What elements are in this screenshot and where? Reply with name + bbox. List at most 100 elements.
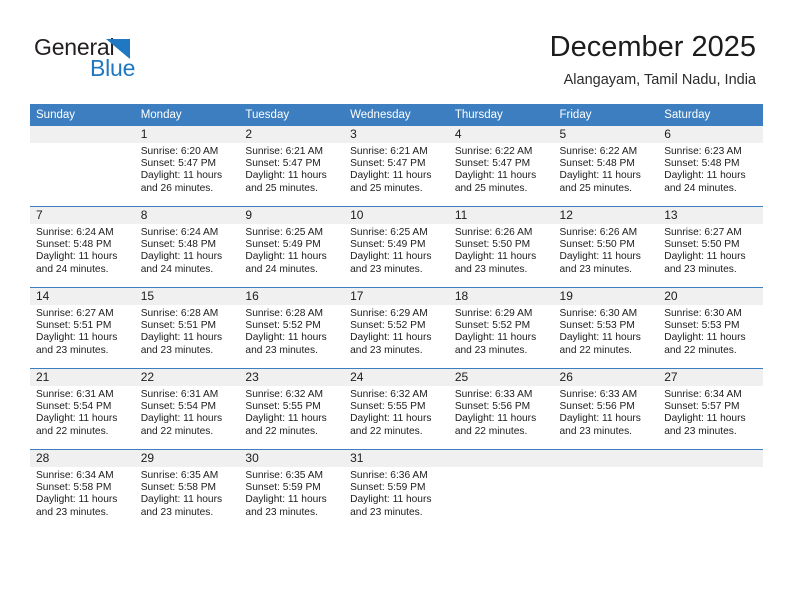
daylight-text-line2: and 23 minutes. [664,263,737,275]
sunset-text: Sunset: 5:48 PM [140,239,217,251]
daylight-text-line2: and 23 minutes. [559,263,633,275]
daylight-text-line2: and 23 minutes. [454,263,528,275]
daylight-text-line1: Daylight: 11 hours [454,332,537,344]
calendar-day-cell[interactable]: 21 Sunrise: 6:31 AM Sunset: 5:54 PM Dayligh… [30,368,135,450]
sunrise-text: Sunrise: 6:31 AM [36,389,114,400]
day-details: Sunrise: 6:24 AM Sunset: 5:48 PM Daylight:… [30,224,135,276]
calendar-day-cell[interactable]: 15 Sunrise: 6:28 AM Sunset: 5:51 PM Dayligh… [134,287,240,369]
day-details: Sunrise: 6:32 AM Sunset: 5:55 PM Daylight:… [344,386,449,438]
calendar-day-cell[interactable]: 22 Sunrise: 6:31 AM Sunset: 5:54 PM Dayligh… [134,368,240,450]
day-details: Sunrise: 6:35 AM Sunset: 5:58 PM Daylight:… [135,467,240,519]
daylight-text-line1: Daylight: 11 hours [559,413,641,425]
calendar-day-cell[interactable]: 5 Sunrise: 6:22 AM Sunset: 5:48 PM Daylight… [553,126,659,207]
sunset-text: Sunset: 5:48 PM [559,158,635,170]
calendar-day-cell[interactable]: 26 Sunrise: 6:33 AM Sunset: 5:56 PM Dayligh… [553,368,659,450]
sunrise-text: Sunrise: 6:21 AM [245,146,323,157]
day-cell-inner: 3 Sunrise: 6:21 AM Sunset: 5:47 PM Daylight… [344,126,449,206]
day-number: 10 [344,207,449,224]
calendar-day-cell[interactable]: 23 Sunrise: 6:32 AM Sunset: 5:55 PM Dayligh… [239,368,345,450]
day-details: Sunrise: 6:36 AM Sunset: 5:59 PM Daylight:… [344,467,449,519]
day-details: Sunrise: 6:31 AM Sunset: 5:54 PM Daylight:… [135,386,240,438]
brand-logo[interactable]: General Blue [34,34,224,88]
calendar-day-cell[interactable]: 9 Sunrise: 6:25 AM Sunset: 5:49 PM Daylight… [239,206,345,288]
daylight-text-line1: Daylight: 11 hours [36,332,118,344]
daylight-text-line2: and 23 minutes. [350,344,423,356]
daylight-text-line2: and 22 minutes. [245,425,318,437]
sunset-text: Sunset: 5:47 PM [140,158,217,170]
daylight-text-line1: Daylight: 11 hours [454,413,537,425]
daylight-text-line2: and 25 minutes. [559,182,633,194]
sunrise-text: Sunrise: 6:34 AM [36,470,114,481]
calendar-day-cell[interactable]: 13 Sunrise: 6:27 AM Sunset: 5:50 PM Dayligh… [658,206,763,288]
calendar-day-cell[interactable]: 17 Sunrise: 6:29 AM Sunset: 5:52 PM Dayligh… [344,287,449,369]
calendar-day-cell[interactable]: 20 Sunrise: 6:30 AM Sunset: 5:53 PM Dayligh… [658,287,763,369]
calendar-day-cell[interactable]: 19 Sunrise: 6:30 AM Sunset: 5:53 PM Dayligh… [553,287,659,369]
calendar-day-cell[interactable]: 14 Sunrise: 6:27 AM Sunset: 5:51 PM Dayligh… [30,287,135,369]
sunrise-text: Sunrise: 6:20 AM [140,146,219,157]
calendar-day-cell[interactable]: 8 Sunrise: 6:24 AM Sunset: 5:48 PM Daylight… [134,206,240,288]
sunrise-text: Sunrise: 6:31 AM [140,389,219,400]
day-cell-inner [658,450,763,530]
calendar-day-cell[interactable]: 11 Sunrise: 6:26 AM Sunset: 5:50 PM Dayligh… [448,206,554,288]
sunrise-text: Sunrise: 6:21 AM [350,146,428,157]
calendar-day-cell[interactable]: 30 Sunrise: 6:35 AM Sunset: 5:59 PM Dayligh… [239,449,345,530]
day-number: 30 [239,450,345,467]
calendar-day-cell[interactable]: 4 Sunrise: 6:22 AM Sunset: 5:47 PM Daylight… [448,126,554,207]
sunset-text: Sunset: 5:47 PM [350,158,426,170]
calendar-day-cell[interactable]: 10 Sunrise: 6:25 AM Sunset: 5:49 PM Dayligh… [344,206,449,288]
day-details: Sunrise: 6:20 AM Sunset: 5:47 PM Daylight:… [135,143,240,195]
calendar-day-cell[interactable]: 24 Sunrise: 6:32 AM Sunset: 5:55 PM Dayligh… [344,368,449,450]
day-details: Sunrise: 6:22 AM Sunset: 5:48 PM Daylight:… [554,143,659,195]
calendar-day-cell-empty [30,126,135,207]
sunset-text: Sunset: 5:55 PM [350,401,426,413]
calendar-day-cell[interactable]: 16 Sunrise: 6:28 AM Sunset: 5:52 PM Dayligh… [239,287,345,369]
sunrise-text: Sunrise: 6:23 AM [664,146,742,157]
daylight-text-line2: and 23 minutes. [36,344,109,356]
calendar-day-cell[interactable]: 18 Sunrise: 6:29 AM Sunset: 5:52 PM Dayligh… [448,287,554,369]
sunset-text: Sunset: 5:57 PM [664,401,740,413]
calendar-day-cell[interactable]: 12 Sunrise: 6:26 AM Sunset: 5:50 PM Dayligh… [553,206,659,288]
calendar-day-cell[interactable]: 27 Sunrise: 6:34 AM Sunset: 5:57 PM Dayligh… [658,368,763,450]
calendar-day-cell[interactable]: 6 Sunrise: 6:23 AM Sunset: 5:48 PM Daylight… [658,126,763,207]
sunrise-text: Sunrise: 6:25 AM [245,227,323,238]
day-details: Sunrise: 6:26 AM Sunset: 5:50 PM Daylight:… [449,224,554,276]
calendar-day-cell[interactable]: 3 Sunrise: 6:21 AM Sunset: 5:47 PM Daylight… [344,126,449,207]
page-subtitle: Alangayam, Tamil Nadu, India [563,72,756,88]
calendar-day-cell[interactable]: 1 Sunrise: 6:20 AM Sunset: 5:47 PM Daylight… [134,126,240,207]
day-number: 26 [553,369,659,386]
calendar-day-cell[interactable]: 2 Sunrise: 6:21 AM Sunset: 5:47 PM Daylight… [239,126,345,207]
day-details: Sunrise: 6:21 AM Sunset: 5:47 PM Daylight:… [344,143,449,195]
calendar-day-cell[interactable]: 31 Sunrise: 6:36 AM Sunset: 5:59 PM Dayligh… [344,449,449,530]
day-details: Sunrise: 6:28 AM Sunset: 5:52 PM Daylight:… [239,305,344,357]
calendar-day-cell[interactable]: 28 Sunrise: 6:34 AM Sunset: 5:58 PM Dayligh… [30,449,135,530]
day-number: 11 [448,207,554,224]
day-details: Sunrise: 6:33 AM Sunset: 5:56 PM Daylight:… [449,386,554,438]
daylight-text-line1: Daylight: 11 hours [664,170,746,182]
calendar-week-row: 21 Sunrise: 6:31 AM Sunset: 5:54 PM Dayligh… [30,368,763,450]
calendar-day-cell[interactable]: 25 Sunrise: 6:33 AM Sunset: 5:56 PM Dayligh… [448,368,554,450]
daylight-text-line1: Daylight: 11 hours [559,332,641,344]
day-details: Sunrise: 6:30 AM Sunset: 5:53 PM Daylight:… [554,305,659,357]
day-details: Sunrise: 6:32 AM Sunset: 5:55 PM Daylight:… [239,386,344,438]
calendar-day-cell-empty [448,449,554,530]
day-number: 6 [658,126,763,143]
calendar-day-cell-empty [553,449,659,530]
day-cell-inner: 27 Sunrise: 6:34 AM Sunset: 5:57 PM Dayligh… [658,369,763,449]
calendar-day-cell[interactable]: 7 Sunrise: 6:24 AM Sunset: 5:48 PM Daylight… [30,206,135,288]
day-details: Sunrise: 6:24 AM Sunset: 5:48 PM Daylight:… [135,224,240,276]
day-number: 1 [134,126,240,143]
day-cell-inner: 14 Sunrise: 6:27 AM Sunset: 5:51 PM Dayligh… [30,288,135,368]
sunrise-text: Sunrise: 6:33 AM [454,389,533,400]
daylight-text-line1: Daylight: 11 hours [140,494,223,506]
day-number: 18 [448,288,554,305]
day-details: Sunrise: 6:22 AM Sunset: 5:47 PM Daylight:… [449,143,554,195]
daylight-text-line1: Daylight: 11 hours [454,251,537,263]
day-cell-inner: 21 Sunrise: 6:31 AM Sunset: 5:54 PM Dayligh… [30,369,135,449]
daylight-text-line2: and 22 minutes. [140,425,214,437]
day-cell-inner: 25 Sunrise: 6:33 AM Sunset: 5:56 PM Dayligh… [448,369,554,449]
day-number [30,126,135,143]
calendar-day-cell[interactable]: 29 Sunrise: 6:35 AM Sunset: 5:58 PM Dayligh… [134,449,240,530]
day-number: 19 [553,288,659,305]
sunset-text: Sunset: 5:58 PM [140,482,217,494]
daylight-text-line2: and 25 minutes. [245,182,318,194]
